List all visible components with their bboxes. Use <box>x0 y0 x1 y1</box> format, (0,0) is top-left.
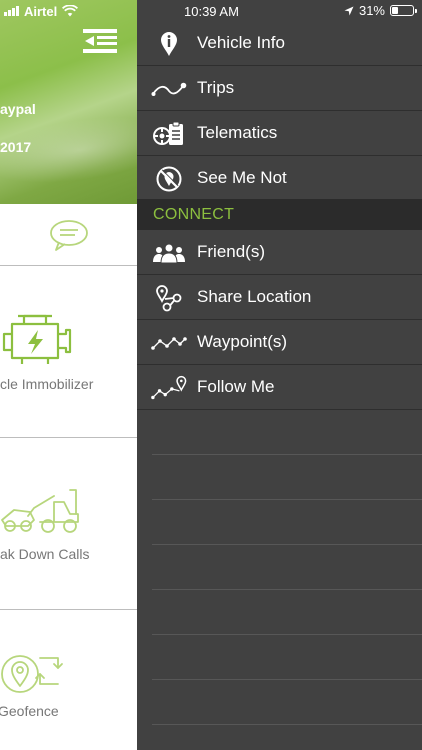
status-right: 31% <box>344 3 417 18</box>
drawer-row-divider <box>152 499 422 500</box>
signal-icon <box>4 6 19 16</box>
tile-geofence[interactable]: Geofence <box>0 610 137 750</box>
chat-icon <box>49 219 88 251</box>
telematics-icon <box>151 120 187 148</box>
side-drawer: Vehicle Info Trips Telematics See Me Not… <box>137 0 422 750</box>
carrier-name: Airtel <box>24 3 58 19</box>
menu-item-follow-me-label: Follow Me <box>197 377 275 396</box>
menu-item-share-location-label: Share Location <box>197 287 312 306</box>
drawer-row-divider <box>152 679 422 680</box>
menu-item-friends-label: Friend(s) <box>197 242 266 261</box>
drawer-row-divider <box>152 724 422 725</box>
location-arrow-icon <box>344 6 354 15</box>
menu-item-trips[interactable]: Trips <box>137 66 422 111</box>
menu-item-waypoints[interactable]: Waypoint(s) <box>137 320 422 365</box>
battery-icon <box>390 5 417 16</box>
menu-item-see-me-not-label: See Me Not <box>197 168 287 187</box>
menu-item-vehicle-info-label: Vehicle Info <box>197 33 285 52</box>
menu-item-see-me-not[interactable]: See Me Not <box>137 156 422 201</box>
chat-button[interactable] <box>0 204 137 266</box>
menu-item-friends[interactable]: Friend(s) <box>137 230 422 275</box>
waypoints-icon <box>151 329 187 357</box>
share-location-icon <box>151 284 187 312</box>
menu-item-waypoints-label: Waypoint(s) <box>197 332 288 351</box>
menu-item-telematics-label: Telematics <box>197 123 278 142</box>
drawer-row-divider <box>152 454 422 455</box>
drawer-row-divider <box>152 544 422 545</box>
tile-vehicle-immobilizer-label: cle Immobilizer <box>0 376 94 392</box>
menu-item-telematics[interactable]: Telematics <box>137 111 422 156</box>
tile-breakdown-calls[interactable]: ak Down Calls <box>0 438 137 610</box>
tile-geofence-label: Geofence <box>0 703 59 719</box>
status-time: 10:39 AM <box>184 4 239 19</box>
friends-icon <box>151 239 187 267</box>
engine-icon <box>2 314 72 364</box>
profile-header: aypal 2017 <box>0 0 137 204</box>
drawer-row-divider <box>152 634 422 635</box>
route-icon <box>151 75 187 103</box>
status-bar: Airtel 10:39 AM 31% <box>0 0 422 22</box>
vehicle-year: 2017 <box>0 139 32 155</box>
wifi-icon <box>62 5 79 17</box>
profile-name: aypal <box>0 101 36 117</box>
menu-item-trips-label: Trips <box>197 78 235 97</box>
info-pin-icon <box>151 30 187 58</box>
hidden-location-icon <box>151 165 187 193</box>
section-header-connect-label: CONNECT <box>153 205 235 223</box>
battery-level-fill <box>392 7 399 14</box>
menu-toggle-icon[interactable] <box>83 28 117 54</box>
tow-truck-icon <box>1 489 79 533</box>
tile-breakdown-calls-label: ak Down Calls <box>0 546 90 562</box>
section-header-connect: CONNECT <box>137 199 422 230</box>
tile-vehicle-immobilizer[interactable]: cle Immobilizer <box>0 266 137 438</box>
menu-item-vehicle-info[interactable]: Vehicle Info <box>137 21 422 66</box>
menu-item-follow-me[interactable]: Follow Me <box>137 365 422 410</box>
main-panel: aypal 2017 cle Immobilizer ak Down Calls… <box>0 0 137 750</box>
battery-percent: 31% <box>358 3 385 18</box>
menu-item-share-location[interactable]: Share Location <box>137 275 422 320</box>
drawer-row-divider <box>152 589 422 590</box>
geofence-icon <box>1 655 63 693</box>
status-left: Airtel <box>4 3 79 19</box>
follow-me-icon <box>151 374 187 402</box>
